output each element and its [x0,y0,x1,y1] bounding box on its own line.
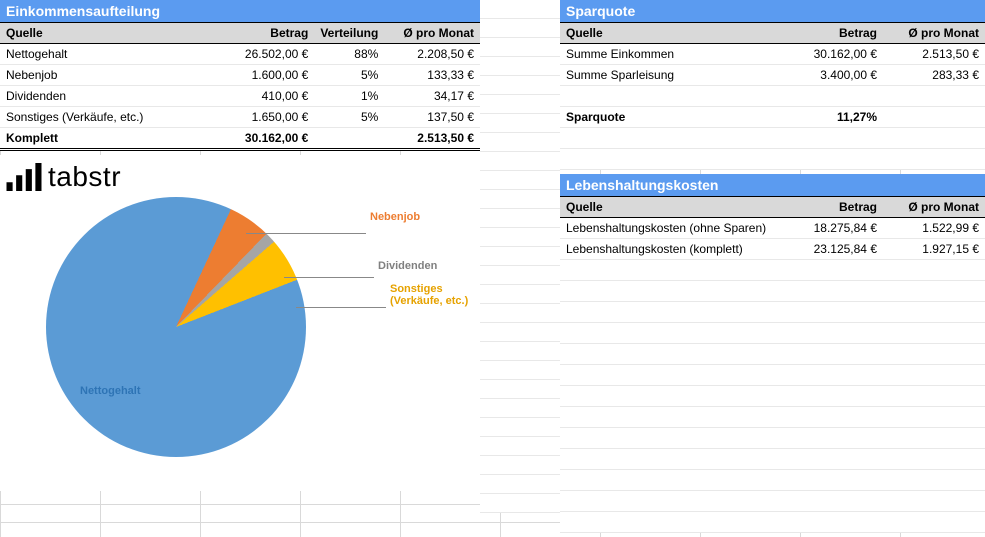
income-panel-title: Einkommensaufteilung [0,0,480,23]
th-verteilung: Verteilung [314,23,384,44]
table-row [560,386,985,407]
th-betrag: Betrag [210,23,315,44]
pie-label-nettogehalt: Nettogehalt [80,385,141,397]
th-monat: Ø pro Monat [883,197,985,218]
th-betrag: Betrag [773,197,884,218]
lebenshaltung-panel-title: Lebenshaltungskosten [560,174,985,197]
table-row[interactable]: Lebenshaltungskosten (komplett) 23.125,8… [560,239,985,260]
table-row[interactable]: Nebenjob 1.600,00 € 5% 133,33 € [0,65,480,86]
logo-text: tabstr [48,161,121,193]
th-quelle: Quelle [560,23,773,44]
table-row[interactable]: Sonstiges (Verkäufe, etc.) 1.650,00 € 5%… [0,107,480,128]
left-column: Einkommensaufteilung Quelle Betrag Verte… [0,0,480,537]
table-row[interactable]: Summe Einkommen 30.162,00 € 2.513,50 € [560,44,985,65]
table-row [560,302,985,323]
table-row[interactable]: Nettogehalt 26.502,00 € 88% 2.208,50 € [0,44,480,65]
table-row [560,470,985,491]
th-monat: Ø pro Monat [883,23,985,44]
empty-cells [480,0,560,513]
table-row [560,323,985,344]
table-row [560,281,985,302]
sparquote-panel: Sparquote Quelle Betrag Ø pro Monat Summ… [560,0,985,170]
table-row [560,86,985,107]
spreadsheet: Einkommensaufteilung Quelle Betrag Verte… [0,0,985,537]
table-row[interactable]: Dividenden 410,00 € 1% 34,17 € [0,86,480,107]
connector-line [296,307,386,308]
lebenshaltung-panel: Lebenshaltungskosten Quelle Betrag Ø pro… [560,174,985,533]
sparquote-panel-title: Sparquote [560,0,985,23]
th-monat: Ø pro Monat [384,23,480,44]
income-table: Quelle Betrag Verteilung Ø pro Monat Net… [0,23,480,151]
table-row[interactable]: Lebenshaltungskosten (ohne Sparen) 18.27… [560,218,985,239]
lebenshaltung-table: Quelle Betrag Ø pro Monat Lebenshaltungs… [560,197,985,533]
pie [46,197,306,457]
table-row[interactable]: Summe Sparleisung 3.400,00 € 283,33 € [560,65,985,86]
table-row [560,491,985,512]
spacer-column [480,0,560,537]
pie-label-nebenjob: Nebenjob [370,211,420,223]
pie-label-sonstiges: Sonstiges (Verkäufe, etc.) [390,283,468,307]
table-row [560,407,985,428]
table-quote-row: Sparquote 11,27% [560,107,985,128]
table-row [560,365,985,386]
th-betrag: Betrag [773,23,884,44]
income-pie-chart: tabstr Nebenjob Dividenden Sonstiges (Ve… [0,155,480,491]
connector-line [246,233,366,234]
table-row [560,512,985,533]
connector-line [284,277,374,278]
tabstr-logo: tabstr [6,161,474,193]
th-quelle: Quelle [560,197,773,218]
bars-icon [6,163,42,191]
pie-wrap [46,197,306,457]
table-row [560,260,985,281]
table-row [560,149,985,170]
pie-label-dividenden: Dividenden [378,260,437,272]
th-quelle: Quelle [0,23,210,44]
table-row [560,128,985,149]
table-row [560,428,985,449]
table-total-row: Komplett 30.162,00 € 2.513,50 € [0,128,480,150]
sparquote-table: Quelle Betrag Ø pro Monat Summe Einkomme… [560,23,985,170]
table-row [560,344,985,365]
right-column: Sparquote Quelle Betrag Ø pro Monat Summ… [560,0,985,537]
income-panel: Einkommensaufteilung Quelle Betrag Verte… [0,0,480,151]
table-row [560,449,985,470]
